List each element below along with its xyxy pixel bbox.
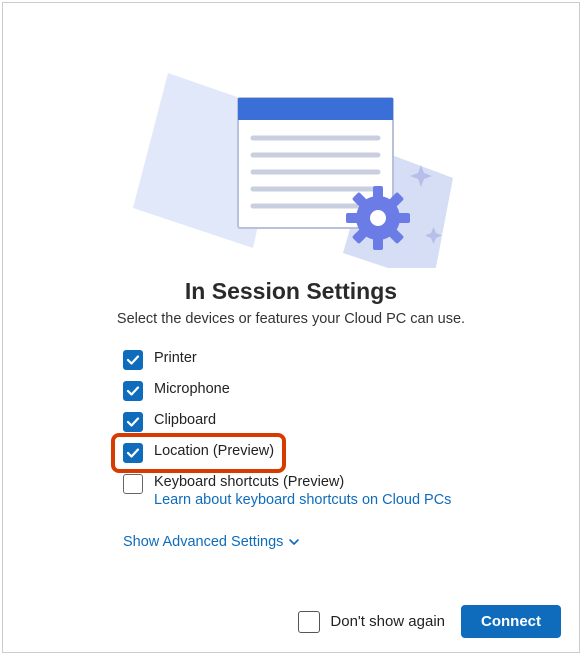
option-label-microphone: Microphone — [154, 380, 230, 397]
dont-show-again[interactable]: Don't show again — [298, 610, 445, 633]
dialog-title: In Session Settings — [3, 278, 579, 305]
check-icon — [126, 415, 140, 429]
option-label-clipboard: Clipboard — [154, 411, 216, 428]
dialog-subtitle: Select the devices or features your Clou… — [3, 311, 579, 327]
check-icon — [126, 446, 140, 460]
option-label-location: Location (Preview) — [154, 442, 274, 459]
option-microphone: Microphone — [123, 380, 579, 401]
dialog-footer: Don't show again Connect — [298, 605, 561, 638]
check-icon — [126, 384, 140, 398]
option-label-keyboard: Keyboard shortcuts (Preview) — [154, 473, 451, 490]
checkbox-microphone[interactable] — [123, 381, 143, 401]
advanced-link-label: Show Advanced Settings — [123, 534, 283, 550]
options-list: Printer Microphone Clipboard Location (P… — [3, 349, 579, 508]
show-advanced-link[interactable]: Show Advanced Settings — [123, 534, 300, 550]
dont-show-label: Don't show again — [330, 613, 445, 630]
option-location: Location (Preview) — [123, 442, 579, 463]
checkbox-keyboard[interactable] — [123, 474, 143, 494]
checkbox-clipboard[interactable] — [123, 412, 143, 432]
hero-illustration — [3, 3, 579, 268]
learn-keyboard-link[interactable]: Learn about keyboard shortcuts on Cloud … — [154, 492, 451, 508]
checkbox-location[interactable] — [123, 443, 143, 463]
checkbox-printer[interactable] — [123, 350, 143, 370]
option-printer: Printer — [123, 349, 579, 370]
session-settings-dialog: In Session Settings Select the devices o… — [2, 2, 580, 653]
check-icon — [126, 353, 140, 367]
option-label-printer: Printer — [154, 349, 197, 366]
option-clipboard: Clipboard — [123, 411, 579, 432]
connect-button[interactable]: Connect — [461, 605, 561, 638]
checkbox-dont-show[interactable] — [298, 611, 320, 633]
settings-illustration — [3, 3, 579, 268]
option-keyboard: Keyboard shortcuts (Preview) Learn about… — [123, 473, 579, 508]
chevron-down-icon — [288, 536, 300, 548]
